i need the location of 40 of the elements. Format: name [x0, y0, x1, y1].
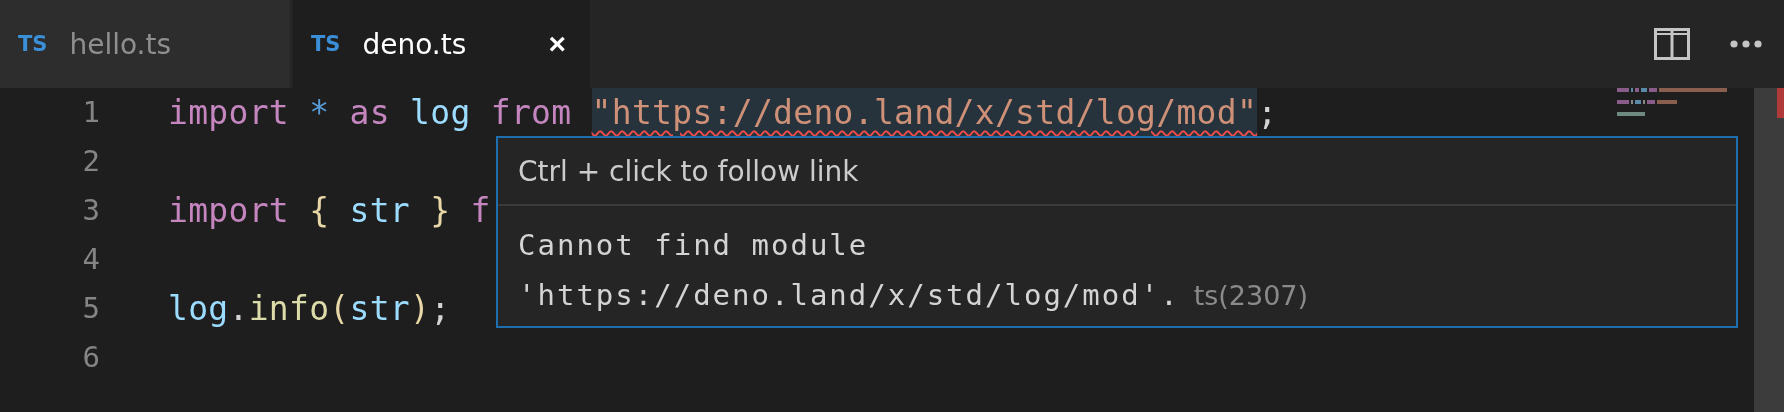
scrollbar[interactable]: [1754, 88, 1784, 412]
code-token: ;: [430, 288, 451, 330]
tab-label: hello.ts: [69, 27, 172, 61]
editor-tab[interactable]: TS hello.ts: [0, 0, 290, 88]
error-code: ts(2307): [1193, 279, 1309, 313]
line-number: 1: [81, 94, 100, 131]
code-token: {: [309, 190, 330, 232]
code-token: info: [248, 288, 330, 330]
code-token: log: [410, 92, 471, 134]
code-token: from: [490, 92, 572, 134]
code-token: str: [349, 190, 411, 232]
code-token: str: [349, 288, 411, 330]
code-token: ;: [1257, 92, 1278, 134]
line-number: 5: [81, 290, 100, 327]
code-token: .: [228, 288, 249, 330]
error-marker: [1777, 88, 1784, 118]
code-token: log: [168, 288, 229, 330]
typescript-icon: TS: [18, 32, 48, 56]
code-token: as: [349, 92, 390, 134]
error-message: Cannot find module: [518, 227, 869, 264]
code-token: import: [168, 190, 289, 232]
code-token: *: [309, 92, 330, 134]
code-token: }: [430, 190, 451, 232]
line-number: 4: [81, 241, 100, 278]
code-token: ): [410, 288, 431, 330]
editor-tab[interactable]: TS deno.ts ×: [293, 0, 590, 88]
code-token: (: [329, 288, 350, 330]
line-number: 3: [81, 192, 100, 229]
code-token: import: [168, 92, 289, 134]
string-literal[interactable]: "https://deno.land/x/std/log/mod": [591, 88, 1258, 137]
typescript-icon: TS: [311, 32, 341, 56]
error-message: 'https://deno.land/x/std/log/mod'.: [518, 277, 1180, 314]
split-editor-icon[interactable]: [1654, 28, 1690, 60]
code-token: f: [470, 190, 491, 232]
link-hint: Ctrl + click to follow link: [518, 154, 859, 188]
line-number: 6: [81, 339, 100, 376]
line-number: 2: [81, 143, 100, 180]
close-tab-button[interactable]: ×: [548, 29, 566, 59]
tab-label: deno.ts: [362, 27, 467, 61]
more-actions-icon[interactable]: [1730, 40, 1762, 48]
